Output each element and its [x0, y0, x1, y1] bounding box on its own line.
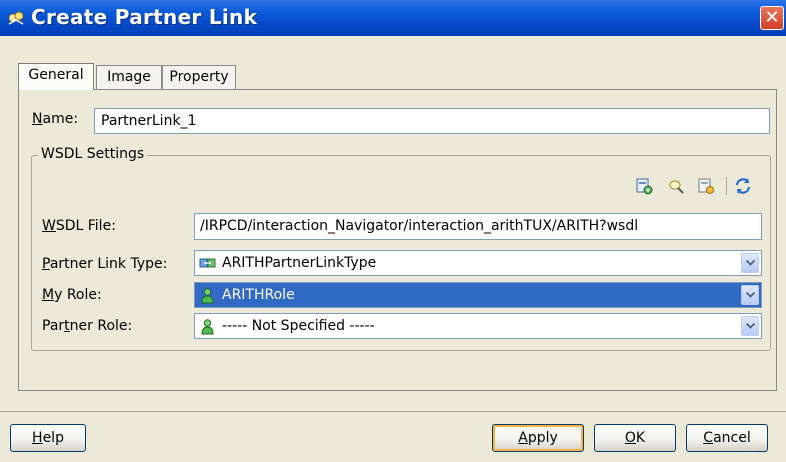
- help-button[interactable]: Help: [10, 424, 86, 452]
- wsdl-file-label: WSDL File:: [42, 218, 116, 234]
- define-adapter-icon[interactable]: [696, 176, 716, 196]
- partner-role-value: ----- Not Specified -----: [222, 318, 375, 334]
- partner-link-type-label: Partner Link Type:: [42, 256, 168, 272]
- title-bar[interactable]: Create Partner Link ✕: [0, 0, 786, 36]
- tab-general[interactable]: General: [18, 63, 94, 90]
- chevron-down-icon[interactable]: [741, 253, 759, 273]
- chevron-down-icon[interactable]: [741, 285, 759, 305]
- close-icon: ✕: [764, 7, 780, 28]
- role-icon: [201, 288, 214, 304]
- button-bar-divider: [0, 411, 786, 412]
- service-explorer-icon[interactable]: [634, 176, 654, 196]
- my-role-select[interactable]: ARITHRole: [194, 282, 762, 308]
- partner-link-type-select[interactable]: ARITHPartnerLinkType: [194, 250, 762, 276]
- wsdl-settings-legend: WSDL Settings: [38, 146, 148, 162]
- tab-property[interactable]: Property: [162, 65, 236, 89]
- apply-button[interactable]: Apply: [492, 424, 584, 452]
- refresh-icon[interactable]: [733, 176, 753, 196]
- browse-wsdl-icon[interactable]: [666, 176, 686, 196]
- name-input[interactable]: PartnerLink_1: [94, 108, 770, 134]
- partner-role-select[interactable]: ----- Not Specified -----: [194, 313, 762, 339]
- toolbar-separator: [726, 177, 727, 195]
- dialog-title: Create Partner Link: [31, 5, 258, 29]
- name-label: Name:: [32, 111, 79, 127]
- tab-image[interactable]: Image: [96, 65, 162, 89]
- ok-button[interactable]: OK: [594, 424, 676, 452]
- partner-role-label: Partner Role:: [42, 318, 133, 334]
- partner-link-icon: [8, 11, 24, 25]
- cancel-button[interactable]: Cancel: [686, 424, 768, 452]
- link-type-icon: [199, 258, 216, 268]
- my-role-label: My Role:: [42, 287, 102, 303]
- my-role-value: ARITHRole: [222, 287, 295, 303]
- chevron-down-icon[interactable]: [741, 316, 759, 336]
- partner-link-type-value: ARITHPartnerLinkType: [222, 255, 377, 271]
- wsdl-file-input[interactable]: /IRPCD/interaction_Navigator/interaction…: [194, 213, 762, 240]
- role-icon: [201, 319, 214, 335]
- close-button[interactable]: ✕: [760, 6, 784, 30]
